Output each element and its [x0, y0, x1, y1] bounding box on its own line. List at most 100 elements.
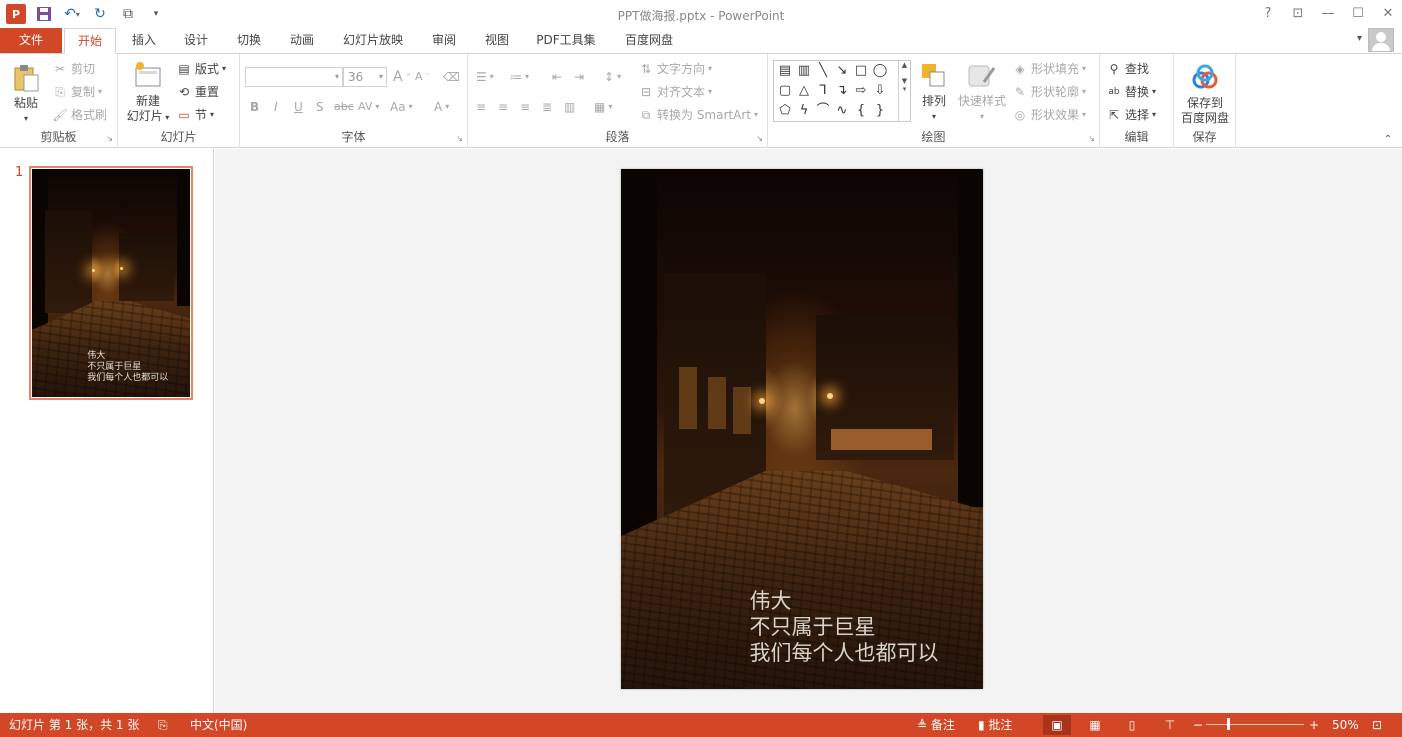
tab-transitions[interactable]: 切换	[229, 28, 269, 53]
textbox-shape-icon[interactable]: ▤	[776, 62, 794, 80]
font-size-combo[interactable]: 36 ▾	[343, 67, 387, 87]
tab-design[interactable]: 设计	[176, 28, 216, 53]
right-arrow-shape-icon[interactable]: ⇨	[852, 82, 870, 100]
underline-button[interactable]: U	[294, 97, 303, 117]
align-center-icon[interactable]: ≡	[498, 97, 508, 117]
scribble-shape-icon[interactable]: ϟ	[795, 102, 813, 120]
select-button[interactable]: ⇱ 选择 ▾	[1106, 105, 1156, 125]
spell-check-icon[interactable]: ⎘	[158, 717, 168, 733]
reset-button[interactable]: ⟲ 重置	[176, 82, 219, 102]
tab-insert[interactable]: 插入	[124, 28, 164, 53]
right-brace-shape-icon[interactable]: }	[871, 102, 889, 120]
align-right-icon[interactable]: ≡	[520, 97, 530, 117]
line-shape-icon[interactable]: ╲	[814, 62, 832, 80]
numbering-icon[interactable]: ≔ ▾	[510, 67, 529, 87]
shadow-button[interactable]: S	[316, 97, 324, 117]
zoom-slider-thumb[interactable]	[1227, 718, 1230, 730]
shape-fill-button[interactable]: ◈ 形状填充 ▾	[1012, 59, 1086, 79]
font-launcher-icon[interactable]: ↘	[456, 134, 463, 143]
zoom-level[interactable]: 50%	[1332, 717, 1359, 733]
paste-dropdown-icon[interactable]: ▾	[8, 111, 44, 126]
cut-button[interactable]: ✂ 剪切	[52, 59, 95, 79]
distribute-icon[interactable]: ▥	[564, 97, 575, 117]
tab-home[interactable]: 开始	[64, 28, 116, 54]
rounded-rect-shape-icon[interactable]: ▢	[776, 82, 794, 100]
shapes-gallery-scroll[interactable]: ▲ ▼ ▾	[898, 61, 910, 121]
char-spacing-button[interactable]: AV ▾	[358, 97, 379, 117]
minimize-icon[interactable]: —	[1320, 4, 1336, 22]
save-to-baidu-button[interactable]: 保存到 百度网盘	[1177, 62, 1233, 126]
notes-button[interactable]: ≜ 备注	[917, 717, 955, 733]
freeform-shape-icon[interactable]: ⬠	[776, 102, 794, 120]
shape-outline-button[interactable]: ✎ 形状轮廓 ▾	[1012, 82, 1086, 102]
paragraph-launcher-icon[interactable]: ↘	[756, 134, 763, 143]
arc-shape-icon[interactable]: ⌒	[814, 102, 832, 120]
align-text-button[interactable]: ⊟ 对齐文本 ▾	[638, 82, 712, 102]
tab-pdf-tools[interactable]: PDF工具集	[530, 28, 602, 53]
comments-button[interactable]: ▮ 批注	[978, 717, 1012, 733]
tab-file[interactable]: 文件	[0, 28, 62, 53]
format-painter-button[interactable]: 🖌 格式刷	[52, 105, 107, 125]
grow-font-button[interactable]: A ^	[393, 67, 411, 87]
rectangle-shape-icon[interactable]: □	[852, 62, 870, 80]
help-icon[interactable]: ?	[1260, 4, 1276, 22]
copy-button[interactable]: ⎘ 复制 ▾	[52, 82, 102, 102]
ribbon-options-icon[interactable]: ▾	[1357, 33, 1362, 44]
shapes-gallery[interactable]: ▤ ▥ ╲ ↘ □ ◯ ▢ △ ⅂ ↴ ⇨ ⇩ ⬠ ϟ ⌒ ∿ { } ▲ ▼ ▾	[773, 60, 911, 122]
curve-shape-icon[interactable]: ∿	[833, 102, 851, 120]
italic-button[interactable]: I	[274, 97, 278, 117]
tab-animations[interactable]: 动画	[282, 28, 322, 53]
vertical-textbox-shape-icon[interactable]: ▥	[795, 62, 813, 80]
tab-slideshow[interactable]: 幻灯片放映	[334, 28, 412, 53]
paste-button[interactable]: 粘贴 ▾	[8, 62, 44, 126]
new-slide-button[interactable]: 新建 幻灯片 ▾	[123, 60, 173, 125]
change-case-button[interactable]: Aa ▾	[390, 97, 413, 117]
arrange-button[interactable]: 排列 ▾	[914, 60, 954, 124]
fit-to-window-icon[interactable]: ⊡	[1372, 717, 1382, 733]
justify-icon[interactable]: ≣	[542, 97, 552, 117]
slide-sorter-view-icon[interactable]: ▦	[1081, 715, 1109, 735]
triangle-shape-icon[interactable]: △	[795, 82, 813, 100]
oval-shape-icon[interactable]: ◯	[871, 62, 889, 80]
slideshow-view-icon[interactable]: ⊤	[1156, 715, 1184, 735]
arrow-line-shape-icon[interactable]: ↘	[833, 62, 851, 80]
decrease-indent-icon[interactable]: ⇤	[552, 67, 562, 87]
find-button[interactable]: ⚲ 查找	[1106, 59, 1149, 79]
elbow-connector-shape-icon[interactable]: ⅂	[814, 82, 832, 100]
bold-button[interactable]: B	[250, 97, 259, 117]
left-brace-shape-icon[interactable]: {	[852, 102, 870, 120]
zoom-slider[interactable]	[1206, 724, 1304, 725]
shrink-font-button[interactable]: Aˇ	[415, 67, 429, 87]
normal-view-icon[interactable]: ▣	[1043, 715, 1071, 735]
text-direction-button[interactable]: ⇅ 文字方向 ▾	[638, 59, 712, 79]
drawing-launcher-icon[interactable]: ↘	[1088, 134, 1095, 143]
line-spacing-icon[interactable]: ↕ ▾	[604, 67, 621, 87]
language-status[interactable]: 中文(中国)	[190, 717, 247, 733]
replace-button[interactable]: ab 替换 ▾	[1106, 82, 1156, 102]
slide-thumbnail[interactable]: 伟大 不只属于巨星 我们每个人也都可以	[29, 166, 193, 400]
current-slide[interactable]: 伟大 不只属于巨星 我们每个人也都可以	[621, 169, 983, 689]
align-left-icon[interactable]: ≡	[476, 97, 486, 117]
clipboard-launcher-icon[interactable]: ↘	[106, 134, 113, 143]
collapse-ribbon-icon[interactable]: ⌃	[1384, 134, 1392, 145]
down-arrow-shape-icon[interactable]: ⇩	[871, 82, 889, 100]
layout-button[interactable]: ▤ 版式 ▾	[176, 59, 226, 79]
font-name-combo[interactable]: ▾	[245, 67, 343, 87]
tab-view[interactable]: 视图	[477, 28, 517, 53]
elbow-arrow-shape-icon[interactable]: ↴	[833, 82, 851, 100]
slide-text[interactable]: 伟大 不只属于巨星 我们每个人也都可以	[750, 588, 939, 666]
zoom-out-button[interactable]: −	[1193, 717, 1203, 733]
bullets-icon[interactable]: ☰ ▾	[476, 67, 494, 87]
ribbon-display-icon[interactable]: ⊡	[1290, 4, 1306, 22]
clear-format-icon[interactable]: ⌫	[443, 67, 460, 87]
section-button[interactable]: ▭ 节 ▾	[176, 105, 214, 125]
smartart-button[interactable]: ⧉ 转换为 SmartArt ▾	[638, 105, 758, 125]
zoom-in-button[interactable]: +	[1309, 717, 1319, 733]
font-color-button[interactable]: A ▾	[434, 97, 449, 117]
tab-review[interactable]: 审阅	[424, 28, 464, 53]
close-icon[interactable]: ✕	[1380, 4, 1396, 22]
user-avatar[interactable]	[1368, 28, 1394, 52]
increase-indent-icon[interactable]: ⇥	[574, 67, 584, 87]
shape-effects-button[interactable]: ◎ 形状效果 ▾	[1012, 105, 1086, 125]
reading-view-icon[interactable]: ▯	[1118, 715, 1146, 735]
